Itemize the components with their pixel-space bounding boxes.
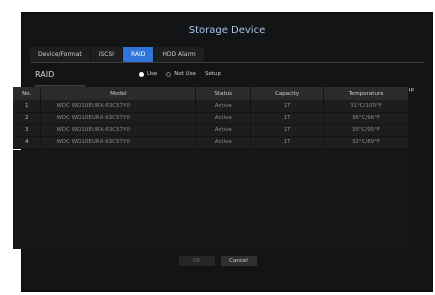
cell-model: WDC WD10EURX-63C57Y0 xyxy=(40,100,197,112)
cell-no: 1 xyxy=(13,100,42,112)
table-header-row: No. Model Status Capacity Temperature xyxy=(13,87,409,100)
cell-no: 3 xyxy=(13,124,42,136)
tab-device-format[interactable]: Device/Format xyxy=(30,47,90,62)
col-header-no: No. xyxy=(13,87,42,100)
cancel-button[interactable]: Cancel xyxy=(220,256,257,266)
cell-temperature: 36°C/96°F xyxy=(323,112,409,124)
table-row[interactable]: 4 WDC WD10EURX-63C57Y0 Active 1T 32°C/89… xyxy=(13,136,409,148)
cell-status: Active xyxy=(195,136,252,148)
radio-selected-icon xyxy=(139,71,144,77)
dialog-title: Storage Device xyxy=(188,25,266,36)
cell-status: Active xyxy=(195,100,252,112)
cell-status: Active xyxy=(195,124,252,136)
table-row[interactable]: 3 WDC WD10EURX-63C57Y0 Active 1T 35°C/95… xyxy=(13,124,409,136)
col-header-capacity: Capacity xyxy=(250,87,325,100)
table-empty-area xyxy=(13,150,409,249)
cell-model: WDC WD10EURX-63C57Y0 xyxy=(40,112,197,124)
table-row[interactable]: 2 WDC WD10EURX-63C57Y0 Active 1T 36°C/96… xyxy=(13,112,409,124)
cell-model: WDC WD10EURX-63C57Y0 xyxy=(40,124,197,136)
radio-unselected-icon xyxy=(166,71,172,77)
tab-iscsi[interactable]: iSCSI xyxy=(90,47,122,62)
disk-table: No. Model Status Capacity Temperature 1 … xyxy=(13,87,409,149)
not-use-radio[interactable]: Not Use xyxy=(166,71,196,77)
col-header-temperature: Temperature xyxy=(323,87,409,100)
cell-status: Active xyxy=(195,112,252,124)
raid-section-label: RAID xyxy=(35,70,55,79)
ok-button[interactable]: OK xyxy=(178,256,215,266)
use-radio[interactable]: Use xyxy=(139,71,157,77)
use-label: Use xyxy=(147,71,158,77)
cell-capacity: 1T xyxy=(250,112,325,124)
col-header-model: Model xyxy=(40,87,197,100)
cell-capacity: 1T xyxy=(250,100,325,112)
cell-temperature: 35°C/95°F xyxy=(323,124,409,136)
dialog-buttons: OK Cancel xyxy=(0,256,435,266)
cell-temperature: 31°C/100°F xyxy=(323,100,409,112)
cell-model: WDC WD10EURX-63C57Y0 xyxy=(40,136,197,148)
tab-hdd-alarm[interactable]: HDD Alarm xyxy=(154,47,204,62)
cell-capacity: 1T xyxy=(250,124,325,136)
cell-capacity: 1T xyxy=(250,136,325,148)
cell-no: 4 xyxy=(13,136,42,148)
setup-button[interactable]: Setup xyxy=(205,71,221,77)
not-use-label: Not Use xyxy=(174,71,196,77)
tab-bar: Device/Format iSCSI RAID HDD Alarm xyxy=(30,47,205,62)
tab-divider xyxy=(30,62,424,63)
raid-use-options: Use Not Use Setup xyxy=(139,71,221,77)
tab-raid[interactable]: RAID xyxy=(122,47,154,62)
table-row[interactable]: 1 WDC WD10EURX-63C57Y0 Active 1T 31°C/10… xyxy=(13,100,409,112)
cell-temperature: 32°C/89°F xyxy=(323,136,409,148)
cell-no: 2 xyxy=(13,112,42,124)
col-header-status: Status xyxy=(195,87,252,100)
